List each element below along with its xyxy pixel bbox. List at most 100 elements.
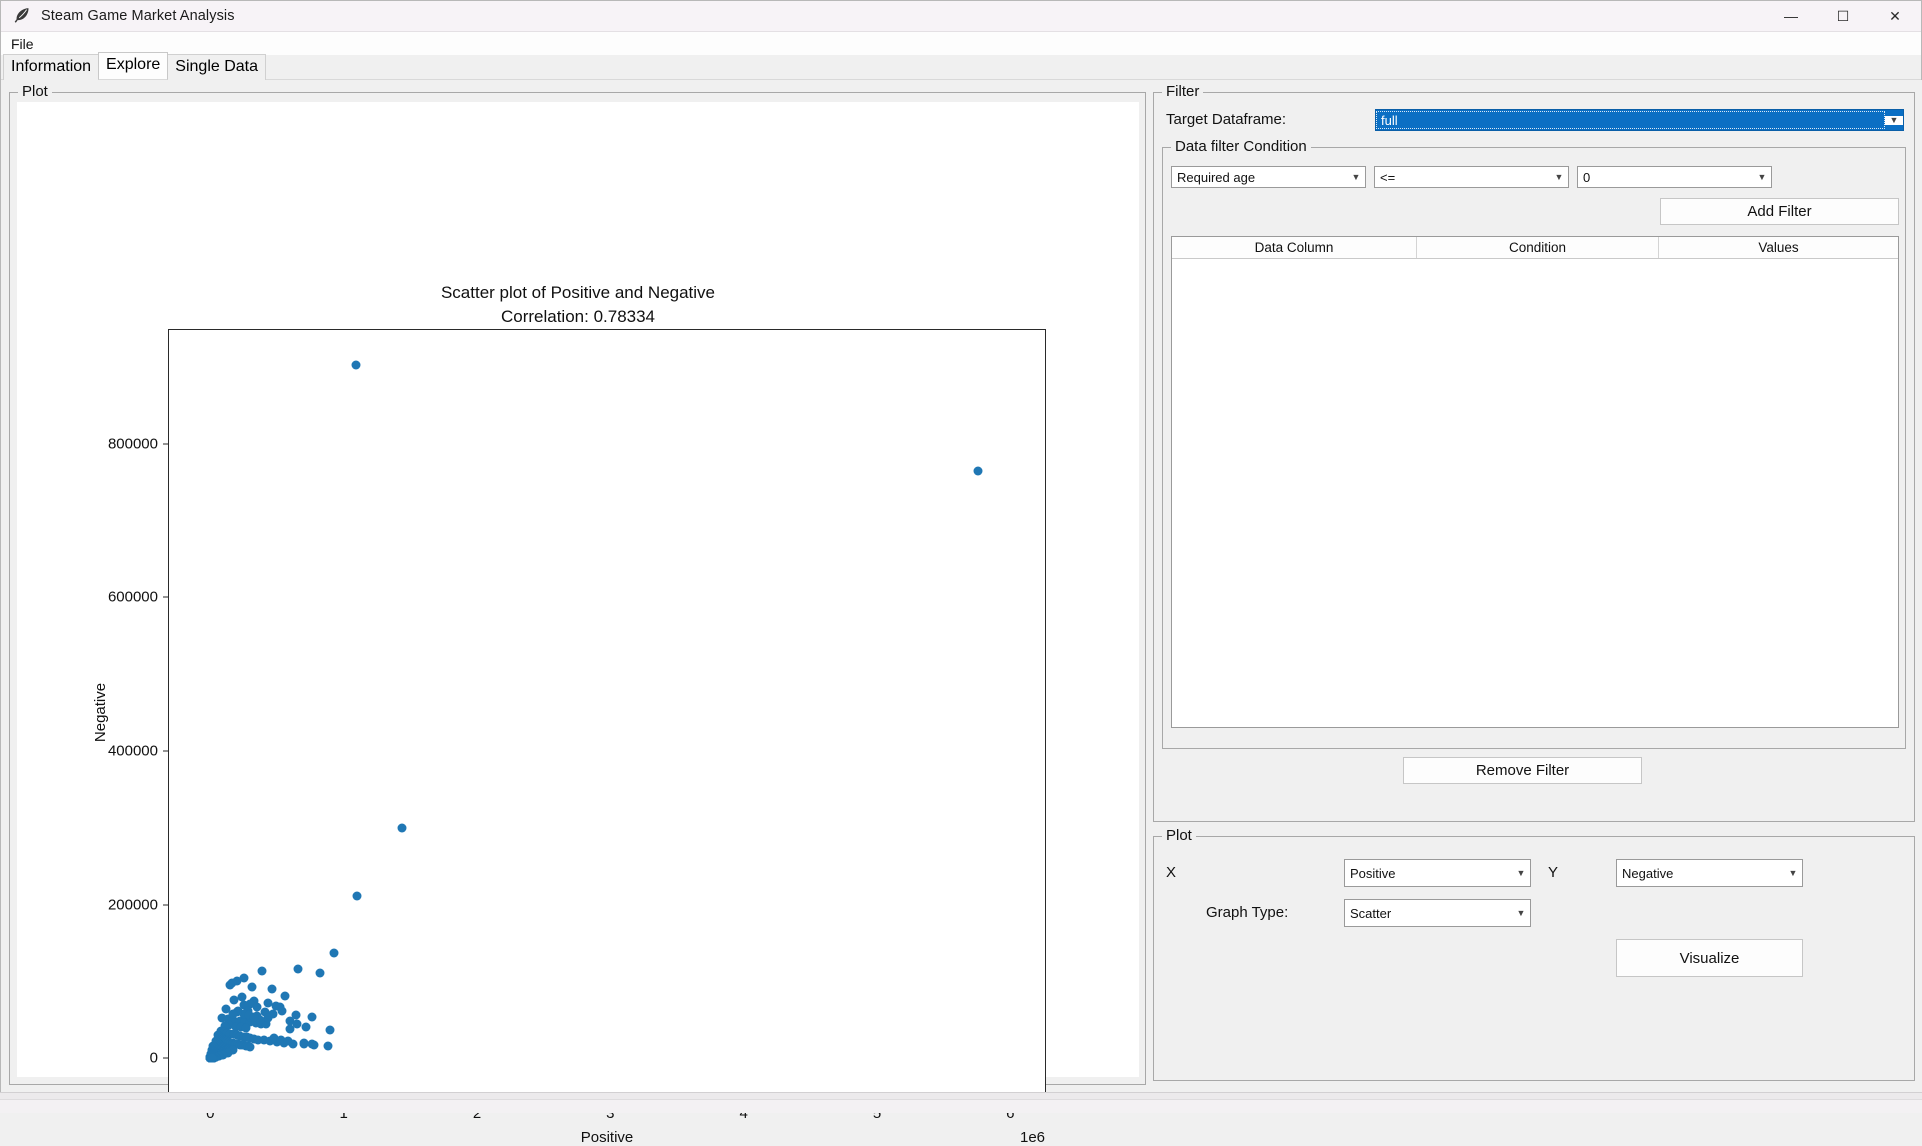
chart-figure: Scatter plot of Positive and Negative Co… xyxy=(17,102,1139,1077)
plot-options-group: Plot X Positive ▼ Y Negative ▼ Graph Typ… xyxy=(1153,836,1915,1081)
scatter-point xyxy=(258,967,267,976)
tab-information[interactable]: Information xyxy=(3,54,99,80)
scatter-point xyxy=(226,981,235,990)
scatter-point xyxy=(230,995,239,1004)
scatter-point xyxy=(293,1020,302,1029)
scatter-point xyxy=(302,1023,311,1032)
filter-operator-value: <= xyxy=(1375,170,1550,185)
close-button[interactable]: ✕ xyxy=(1869,1,1921,32)
chart-subtitle: Correlation: 0.78334 xyxy=(17,305,1139,329)
filter-table[interactable]: Data Column Condition Values xyxy=(1171,236,1899,728)
filter-group-title: Filter xyxy=(1162,82,1203,102)
tab-single-data[interactable]: Single Data xyxy=(167,54,266,80)
y-tick-mark xyxy=(163,443,169,444)
graph-type-value: Scatter xyxy=(1345,906,1512,921)
window-title: Steam Game Market Analysis xyxy=(41,8,235,24)
target-dataframe-combobox[interactable]: full ▼ xyxy=(1375,109,1904,131)
x-axis-combobox[interactable]: Positive ▼ xyxy=(1344,859,1531,887)
scatter-point xyxy=(250,1012,259,1021)
scatter-point xyxy=(307,1040,316,1049)
graph-type-label: Graph Type: xyxy=(1206,904,1288,921)
remove-filter-button[interactable]: Remove Filter xyxy=(1403,757,1642,784)
minimize-button[interactable]: — xyxy=(1765,1,1817,32)
column-header-values[interactable]: Values xyxy=(1659,237,1898,258)
scatter-point xyxy=(307,1012,316,1021)
y-axis-combobox[interactable]: Negative ▼ xyxy=(1616,859,1803,887)
column-header-condition[interactable]: Condition xyxy=(1417,237,1659,258)
right-panel: Filter Target Dataframe: full ▼ Data fil… xyxy=(1153,80,1915,1093)
window-controls: — ☐ ✕ xyxy=(1765,1,1921,32)
scatter-point xyxy=(326,1026,335,1035)
os-taskbar-surface xyxy=(0,1099,1922,1113)
scatter-point xyxy=(263,1014,272,1023)
graph-type-combobox[interactable]: Scatter ▼ xyxy=(1344,899,1531,927)
scatter-point xyxy=(267,985,276,994)
matplotlib-canvas[interactable]: Scatter plot of Positive and Negative Co… xyxy=(17,102,1139,1077)
scatter-point xyxy=(247,983,256,992)
maximize-button[interactable]: ☐ xyxy=(1817,1,1869,32)
tab-explore[interactable]: Explore xyxy=(98,52,168,79)
scatter-point xyxy=(207,1054,216,1063)
feather-icon xyxy=(11,5,33,27)
y-tick-mark xyxy=(163,1058,169,1059)
y-axis-field-label: Y xyxy=(1548,864,1558,881)
scatter-point xyxy=(315,968,324,977)
plot-options-title: Plot xyxy=(1162,826,1196,846)
target-dataframe-value: full xyxy=(1376,111,1885,129)
chart-plot-area: 02000004000006000008000000123456 xyxy=(168,329,1046,1096)
scatter-point xyxy=(974,466,983,475)
scatter-point xyxy=(294,965,303,974)
y-tick-label: 600000 xyxy=(108,589,158,606)
y-axis-value: Negative xyxy=(1617,866,1784,881)
menu-item-file[interactable]: File xyxy=(3,34,42,54)
filter-column-value: Required age xyxy=(1172,170,1347,185)
x-axis-value: Positive xyxy=(1345,866,1512,881)
scatter-point xyxy=(283,1037,292,1046)
y-tick-label: 0 xyxy=(150,1050,158,1067)
title-bar: Steam Game Market Analysis — ☐ ✕ xyxy=(1,1,1921,32)
filter-table-header: Data Column Condition Values xyxy=(1172,237,1898,259)
chart-title: Scatter plot of Positive and Negative Co… xyxy=(17,281,1139,329)
chevron-down-icon: ▼ xyxy=(1885,116,1903,125)
chart-title-line1: Scatter plot of Positive and Negative xyxy=(441,283,715,302)
plot-group-title: Plot xyxy=(18,82,52,102)
scatter-point xyxy=(245,1042,254,1051)
filter-value-combobox[interactable]: 0 ▼ xyxy=(1577,166,1772,188)
filter-column-combobox[interactable]: Required age ▼ xyxy=(1171,166,1366,188)
scatter-point xyxy=(229,1009,238,1018)
y-tick-mark xyxy=(163,904,169,905)
scatter-point xyxy=(351,360,360,369)
chevron-down-icon: ▼ xyxy=(1550,173,1568,182)
x-axis-label: Positive xyxy=(168,1129,1046,1146)
y-tick-label: 400000 xyxy=(108,742,158,759)
scatter-point xyxy=(398,823,407,832)
os-taskbar xyxy=(0,1092,1922,1112)
filter-group: Filter Target Dataframe: full ▼ Data fil… xyxy=(1153,92,1915,822)
filter-operator-combobox[interactable]: <= ▼ xyxy=(1374,166,1569,188)
y-tick-mark xyxy=(163,750,169,751)
y-tick-label: 800000 xyxy=(108,435,158,452)
data-filter-condition-group: Data filter Condition Required age ▼ <= … xyxy=(1162,147,1906,749)
add-filter-button[interactable]: Add Filter xyxy=(1660,198,1899,225)
chevron-down-icon: ▼ xyxy=(1512,909,1530,918)
y-tick-label: 200000 xyxy=(108,896,158,913)
menu-bar: File xyxy=(1,32,1921,56)
chevron-down-icon: ▼ xyxy=(1753,173,1771,182)
chevron-down-icon: ▼ xyxy=(1784,869,1802,878)
application-window: Steam Game Market Analysis — ☐ ✕ File In… xyxy=(0,0,1922,1092)
content-area: Plot Scatter plot of Positive and Negati… xyxy=(1,80,1922,1093)
x-axis-field-label: X xyxy=(1166,864,1176,881)
plot-group: Plot Scatter plot of Positive and Negati… xyxy=(9,92,1146,1085)
visualize-button[interactable]: Visualize xyxy=(1616,939,1803,977)
chevron-down-icon: ▼ xyxy=(1512,869,1530,878)
tab-bar: Information Explore Single Data xyxy=(1,56,1921,80)
scatter-point xyxy=(353,892,362,901)
y-tick-mark xyxy=(163,597,169,598)
scatter-point xyxy=(323,1041,332,1050)
filter-value-value: 0 xyxy=(1578,170,1753,185)
column-header-data-column[interactable]: Data Column xyxy=(1172,237,1417,258)
scatter-point xyxy=(278,1006,287,1015)
scatter-point xyxy=(329,948,338,957)
data-filter-condition-title: Data filter Condition xyxy=(1171,137,1311,157)
target-dataframe-label: Target Dataframe: xyxy=(1166,111,1286,128)
